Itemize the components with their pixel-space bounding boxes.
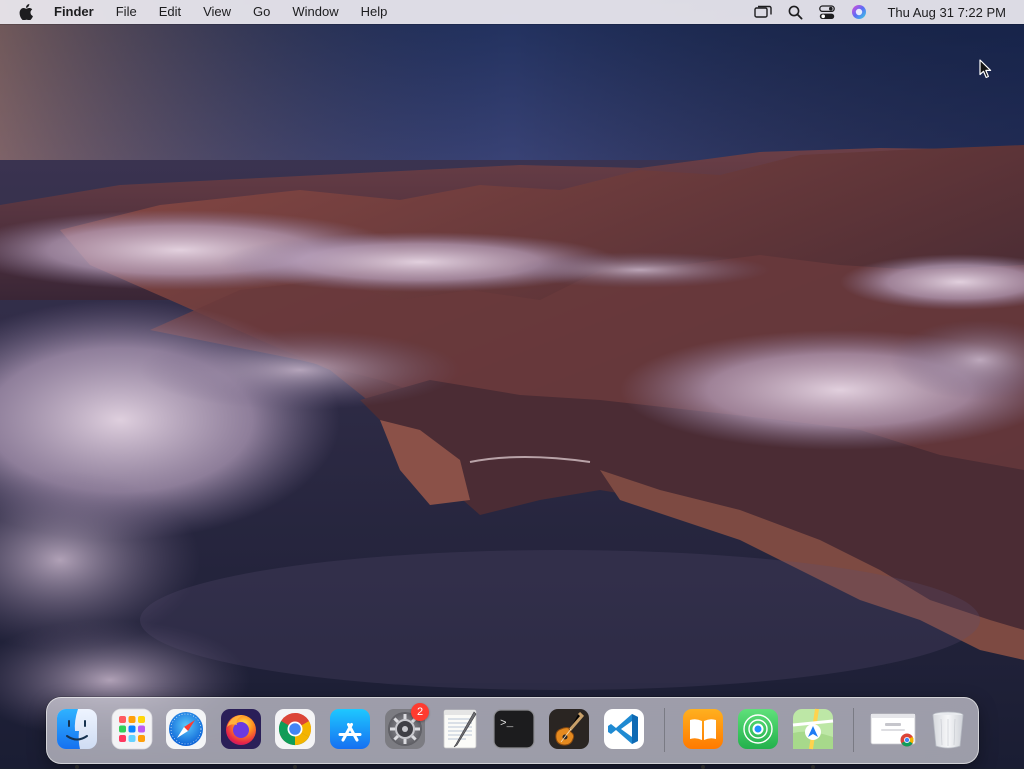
dock-app-app-store[interactable]: [328, 707, 372, 751]
menu-go[interactable]: Go: [242, 0, 281, 24]
apple-logo-icon[interactable]: [17, 0, 35, 24]
running-indicator: [811, 765, 815, 769]
maps-icon: [792, 708, 834, 750]
menu-edit[interactable]: Edit: [148, 0, 192, 24]
menu-help[interactable]: Help: [350, 0, 399, 24]
mouse-pointer-icon: [979, 59, 993, 79]
terminal-prompt: >_: [500, 718, 514, 730]
textedit-icon: [443, 709, 477, 749]
desktop-wallpaper: [0, 0, 1024, 768]
dock-trash[interactable]: [926, 707, 970, 751]
dock-app-books[interactable]: [681, 707, 725, 769]
dock-divider: [853, 708, 854, 752]
garageband-icon: [549, 709, 589, 749]
menu-app-finder[interactable]: Finder: [43, 0, 105, 24]
safari-icon: [166, 709, 206, 749]
dock-app-finder[interactable]: [55, 707, 99, 769]
running-indicator: [75, 765, 79, 769]
books-icon: [683, 709, 723, 749]
dock-app-vscode[interactable]: [602, 707, 646, 751]
running-indicator: [701, 765, 705, 769]
dock-app-maps[interactable]: [791, 707, 835, 769]
firefox-icon: [221, 709, 261, 749]
control-center-icon[interactable]: [816, 0, 838, 24]
siri-icon[interactable]: [848, 0, 870, 24]
dock-app-launchpad[interactable]: [110, 707, 154, 751]
dock-app-find-my[interactable]: [736, 707, 780, 751]
vscode-icon: [604, 709, 644, 749]
menu-bar-left: Finder File Edit View Go Window Help: [0, 0, 398, 24]
menu-window[interactable]: Window: [281, 0, 349, 24]
terminal-icon: >_: [493, 709, 535, 749]
app-store-icon: [330, 709, 370, 749]
dock: 2 >_: [46, 697, 979, 769]
menu-bar-clock[interactable]: Thu Aug 31 7:22 PM: [887, 5, 1006, 20]
trash-icon: [932, 711, 964, 749]
dock-app-textedit[interactable]: [438, 707, 482, 751]
spotlight-search-icon[interactable]: [784, 0, 806, 24]
notification-badge: 2: [411, 703, 429, 721]
menu-view[interactable]: View: [192, 0, 242, 24]
chrome-icon: [275, 709, 315, 749]
menu-file[interactable]: File: [105, 0, 148, 24]
dock-app-terminal[interactable]: >_: [492, 707, 536, 751]
menu-bar: Finder File Edit View Go Window Help Thu…: [0, 0, 1024, 24]
dock-app-chrome[interactable]: [273, 707, 317, 769]
screen-mirroring-icon[interactable]: [752, 0, 774, 24]
find-my-icon: [738, 709, 778, 749]
running-indicator: [293, 765, 297, 769]
menu-bar-right: Thu Aug 31 7:22 PM: [747, 0, 1024, 24]
dock-app-firefox[interactable]: [219, 707, 263, 751]
finder-icon: [57, 709, 97, 749]
dock-app-system-preferences[interactable]: 2: [383, 703, 429, 751]
launchpad-icon: [111, 708, 153, 750]
dock-minimized-window[interactable]: [869, 707, 919, 751]
chrome-window-thumbnail-icon: [870, 713, 916, 747]
dock-divider: [664, 708, 665, 752]
dock-app-safari[interactable]: [164, 707, 208, 751]
dock-app-garageband[interactable]: [547, 707, 591, 751]
